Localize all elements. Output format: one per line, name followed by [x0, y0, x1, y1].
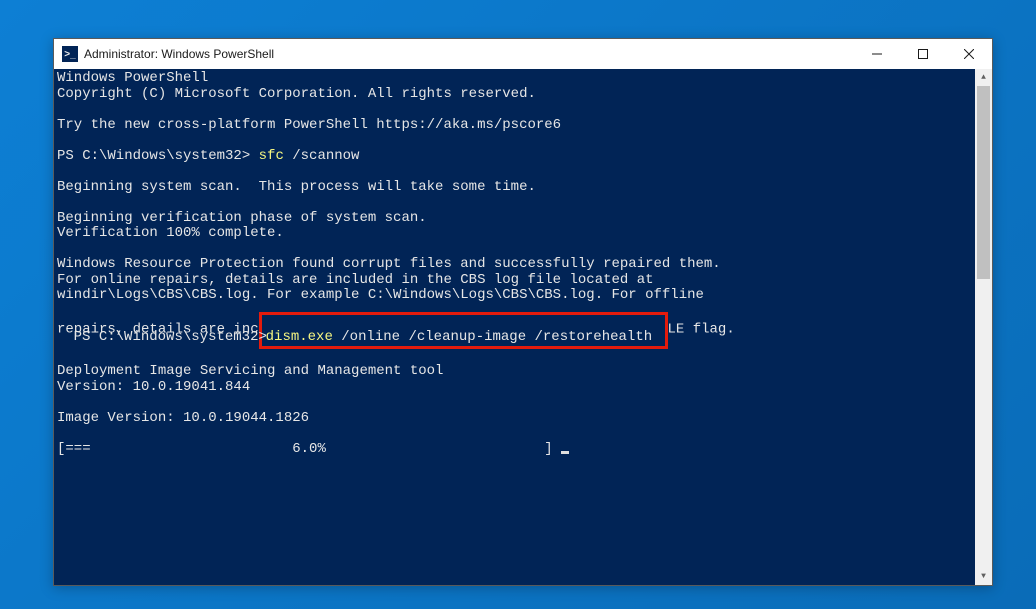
progress-bar-text: [=== 6.0% ] — [57, 441, 561, 457]
terminal-line — [57, 426, 989, 442]
scrollbar-up-arrow[interactable]: ▲ — [975, 69, 992, 86]
terminal-line: windir\Logs\CBS\CBS.log. For example C:\… — [57, 288, 989, 304]
window-title: Administrator: Windows PowerShell — [84, 47, 274, 61]
command-name: sfc — [259, 148, 293, 164]
terminal-line-with-highlight: repairs, details are included in the log… — [57, 304, 989, 341]
highlighted-command-args: /online /cleanup-image /restorehealth — [341, 329, 652, 345]
terminal-line: Try the new cross-platform PowerShell ht… — [57, 118, 989, 134]
terminal-line: For online repairs, details are included… — [57, 273, 989, 289]
maximize-button[interactable] — [900, 39, 946, 69]
window-controls — [854, 39, 992, 69]
terminal-line: Copyright (C) Microsoft Corporation. All… — [57, 87, 989, 103]
terminal-line: Version: 10.0.19041.844 — [57, 380, 989, 396]
maximize-icon — [918, 49, 928, 59]
prompt-line: PS C:\Windows\system32> sfc /scannow — [57, 149, 989, 165]
vertical-scrollbar[interactable]: ▲ ▼ — [975, 69, 992, 585]
minimize-button[interactable] — [854, 39, 900, 69]
command-args: /scannow — [292, 148, 359, 164]
terminal-line — [57, 195, 989, 211]
terminal-line: Beginning system scan. This process will… — [57, 180, 989, 196]
terminal-line — [57, 133, 989, 149]
minimize-icon — [872, 49, 882, 59]
scrollbar-thumb[interactable] — [977, 86, 990, 279]
terminal-line — [57, 102, 989, 118]
prompt-prefix-hidden: PS C:\Windows\system32> — [74, 330, 276, 346]
highlighted-command-box: luded in the log file provided by the /O… — [259, 312, 668, 349]
close-icon — [964, 49, 974, 59]
terminal-line: Windows Resource Protection found corrup… — [57, 257, 989, 273]
close-button[interactable] — [946, 39, 992, 69]
scrollbar-track[interactable] — [975, 86, 992, 568]
progress-line: [=== 6.0% ] — [57, 442, 989, 458]
terminal-line: Windows PowerShell — [57, 71, 989, 87]
highlighted-command-name: dism.exe — [266, 329, 342, 345]
powershell-icon: >_ — [62, 46, 78, 62]
terminal-line — [57, 395, 989, 411]
powershell-window: >_ Administrator: Windows PowerShell Win… — [53, 38, 993, 586]
terminal-line — [57, 242, 989, 258]
text-after-box: LE flag. — [668, 321, 735, 337]
titlebar[interactable]: >_ Administrator: Windows PowerShell — [54, 39, 992, 69]
terminal-line — [57, 349, 989, 365]
prompt-prefix: PS C:\Windows\system32> — [57, 148, 259, 164]
terminal-output[interactable]: Windows PowerShellCopyright (C) Microsof… — [54, 69, 992, 585]
cursor — [561, 451, 569, 454]
scrollbar-down-arrow[interactable]: ▼ — [975, 568, 992, 585]
terminal-line: Beginning verification phase of system s… — [57, 211, 989, 227]
terminal-line: Verification 100% complete. — [57, 226, 989, 242]
terminal-line: Deployment Image Servicing and Managemen… — [57, 364, 989, 380]
terminal-line — [57, 164, 989, 180]
terminal-line: Image Version: 10.0.19044.1826 — [57, 411, 989, 427]
